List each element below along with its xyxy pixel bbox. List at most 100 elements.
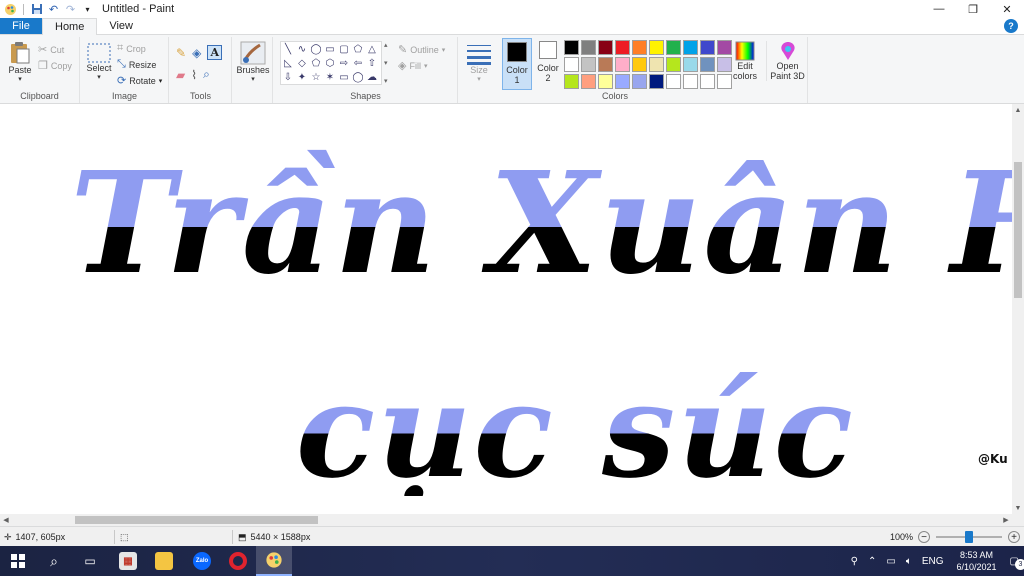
vertical-scrollbar[interactable]: ▲ ▼ [1012,104,1024,514]
color-swatch[interactable] [666,74,681,89]
eraser-icon[interactable]: ▰ [176,68,185,82]
color2-button[interactable]: Color 2 [534,41,562,83]
color-swatch[interactable] [666,57,681,72]
color-swatch[interactable] [581,57,596,72]
dropdown-icon[interactable]: ▾ [81,3,94,16]
color-swatch[interactable] [683,57,698,72]
volume-icon[interactable]: 🔈︎ [901,546,917,576]
zoom-out-button[interactable]: − [918,531,930,543]
magnifier-icon[interactable]: ⌕ [203,67,210,82]
scroll-up-icon[interactable]: ▴ [384,41,390,49]
color-swatch[interactable] [649,57,664,72]
open-paint3d-button[interactable]: Open Paint 3D [766,41,806,81]
scroll-right-arrow-icon[interactable]: ▶ [1000,514,1012,526]
drawing-canvas[interactable]: Trần Xuân Hoa cục súc @Ku [0,104,1012,514]
shape-item[interactable]: ▭ [323,42,337,56]
crop-button[interactable]: ⌗ Crop [117,42,146,55]
brushes-button[interactable]: Brushes ▾ [236,41,270,85]
chevron-up-icon[interactable]: ⌃ [863,546,881,576]
scroll-left-arrow-icon[interactable]: ◀ [0,514,12,526]
shape-item[interactable]: ◇ [295,56,309,70]
shape-item[interactable]: ◺ [281,56,295,70]
color-swatch[interactable] [666,40,681,55]
resize-button[interactable]: ⤡ Resize [117,58,156,71]
shape-item[interactable]: ⬡ [323,56,337,70]
shape-item[interactable]: ◯ [309,42,323,56]
color-swatch[interactable] [615,40,630,55]
tab-file[interactable]: File [0,18,42,34]
pencil-icon[interactable]: ✎ [176,46,186,60]
color-swatch[interactable] [564,74,579,89]
shape-item[interactable]: ⇦ [351,56,365,70]
close-button[interactable]: ✕ [990,0,1024,18]
expand-gallery-icon[interactable]: ▾ [384,77,390,85]
color-swatch[interactable] [598,74,613,89]
vertical-scroll-thumb[interactable] [1014,162,1022,298]
color-swatch[interactable] [632,74,647,89]
zoom-in-button[interactable]: + [1008,531,1020,543]
taskbar-app-opera[interactable] [220,546,256,576]
shape-item[interactable]: ∿ [295,42,309,56]
shape-item[interactable]: △ [365,42,379,56]
taskbar-app-file-explorer[interactable] [146,546,182,576]
shape-item[interactable]: ✦ [295,70,309,84]
shape-item[interactable]: ▢ [337,42,351,56]
color-swatch[interactable] [649,40,664,55]
shape-item[interactable]: ╲ [281,42,295,56]
shape-item[interactable]: ⇨ [337,56,351,70]
color-swatch[interactable] [615,57,630,72]
save-icon[interactable] [30,3,43,16]
color-swatch[interactable] [700,40,715,55]
text-icon[interactable]: A [207,45,223,60]
shape-item[interactable]: ⬠ [351,42,365,56]
fill-button[interactable]: ◈ Fill ▾ [398,59,427,72]
tab-view[interactable]: View [97,18,145,34]
shape-item[interactable]: ⇧ [365,56,379,70]
select-button[interactable]: Select ▾ [85,43,113,83]
notification-center-button[interactable]: ▢ 3 [1005,546,1024,576]
shape-item[interactable]: ⬠ [309,56,323,70]
color-swatch[interactable] [615,74,630,89]
color-swatch[interactable] [717,74,732,89]
shape-item[interactable]: ✶ [323,70,337,84]
fill-bucket-icon[interactable]: ◈ [192,46,201,60]
help-button[interactable]: ? [1004,19,1018,33]
shape-item[interactable]: ▭ [337,70,351,84]
outline-button[interactable]: ✎ Outline ▾ [398,43,445,56]
zoom-slider-thumb[interactable] [965,531,973,543]
color-swatch[interactable] [700,74,715,89]
shape-item[interactable]: ⇩ [281,70,295,84]
horizontal-scroll-thumb[interactable] [75,516,318,524]
color-swatch[interactable] [632,57,647,72]
color-swatch[interactable] [564,57,579,72]
color-swatch[interactable] [581,40,596,55]
color-swatch[interactable] [649,74,664,89]
battery-icon[interactable]: ▭ [881,546,900,576]
taskbar-app-zalo[interactable]: Zalo [184,546,220,576]
edit-colors-button[interactable]: Edit colors [732,41,758,81]
color-swatch[interactable] [598,57,613,72]
color-swatch[interactable] [683,40,698,55]
color-swatch[interactable] [632,40,647,55]
color-swatch[interactable] [564,40,579,55]
color1-button[interactable]: Color 1 [502,38,532,90]
redo-icon[interactable]: ↷ [64,3,77,16]
scroll-down-arrow-icon[interactable]: ▼ [1012,502,1024,514]
color-swatch[interactable] [683,74,698,89]
start-button[interactable] [0,546,36,576]
tab-home[interactable]: Home [42,18,98,35]
task-view-button[interactable]: ▭ [72,546,108,576]
people-icon[interactable]: ⚲ [846,546,863,576]
scroll-down-icon[interactable]: ▾ [384,59,390,67]
shape-item[interactable]: ☁ [365,70,379,84]
paint-app-icon[interactable] [4,3,17,16]
restore-button[interactable]: ❐ [956,0,990,18]
shape-item[interactable]: ☆ [309,70,323,84]
taskbar-app-paint[interactable] [256,546,292,576]
color-swatch[interactable] [581,74,596,89]
copy-button[interactable]: ❐ Copy [38,59,72,72]
undo-icon[interactable]: ↶ [47,3,60,16]
horizontal-scrollbar[interactable]: ◀ ▶ [0,514,1012,526]
color-swatch[interactable] [700,57,715,72]
color-swatch[interactable] [717,57,732,72]
